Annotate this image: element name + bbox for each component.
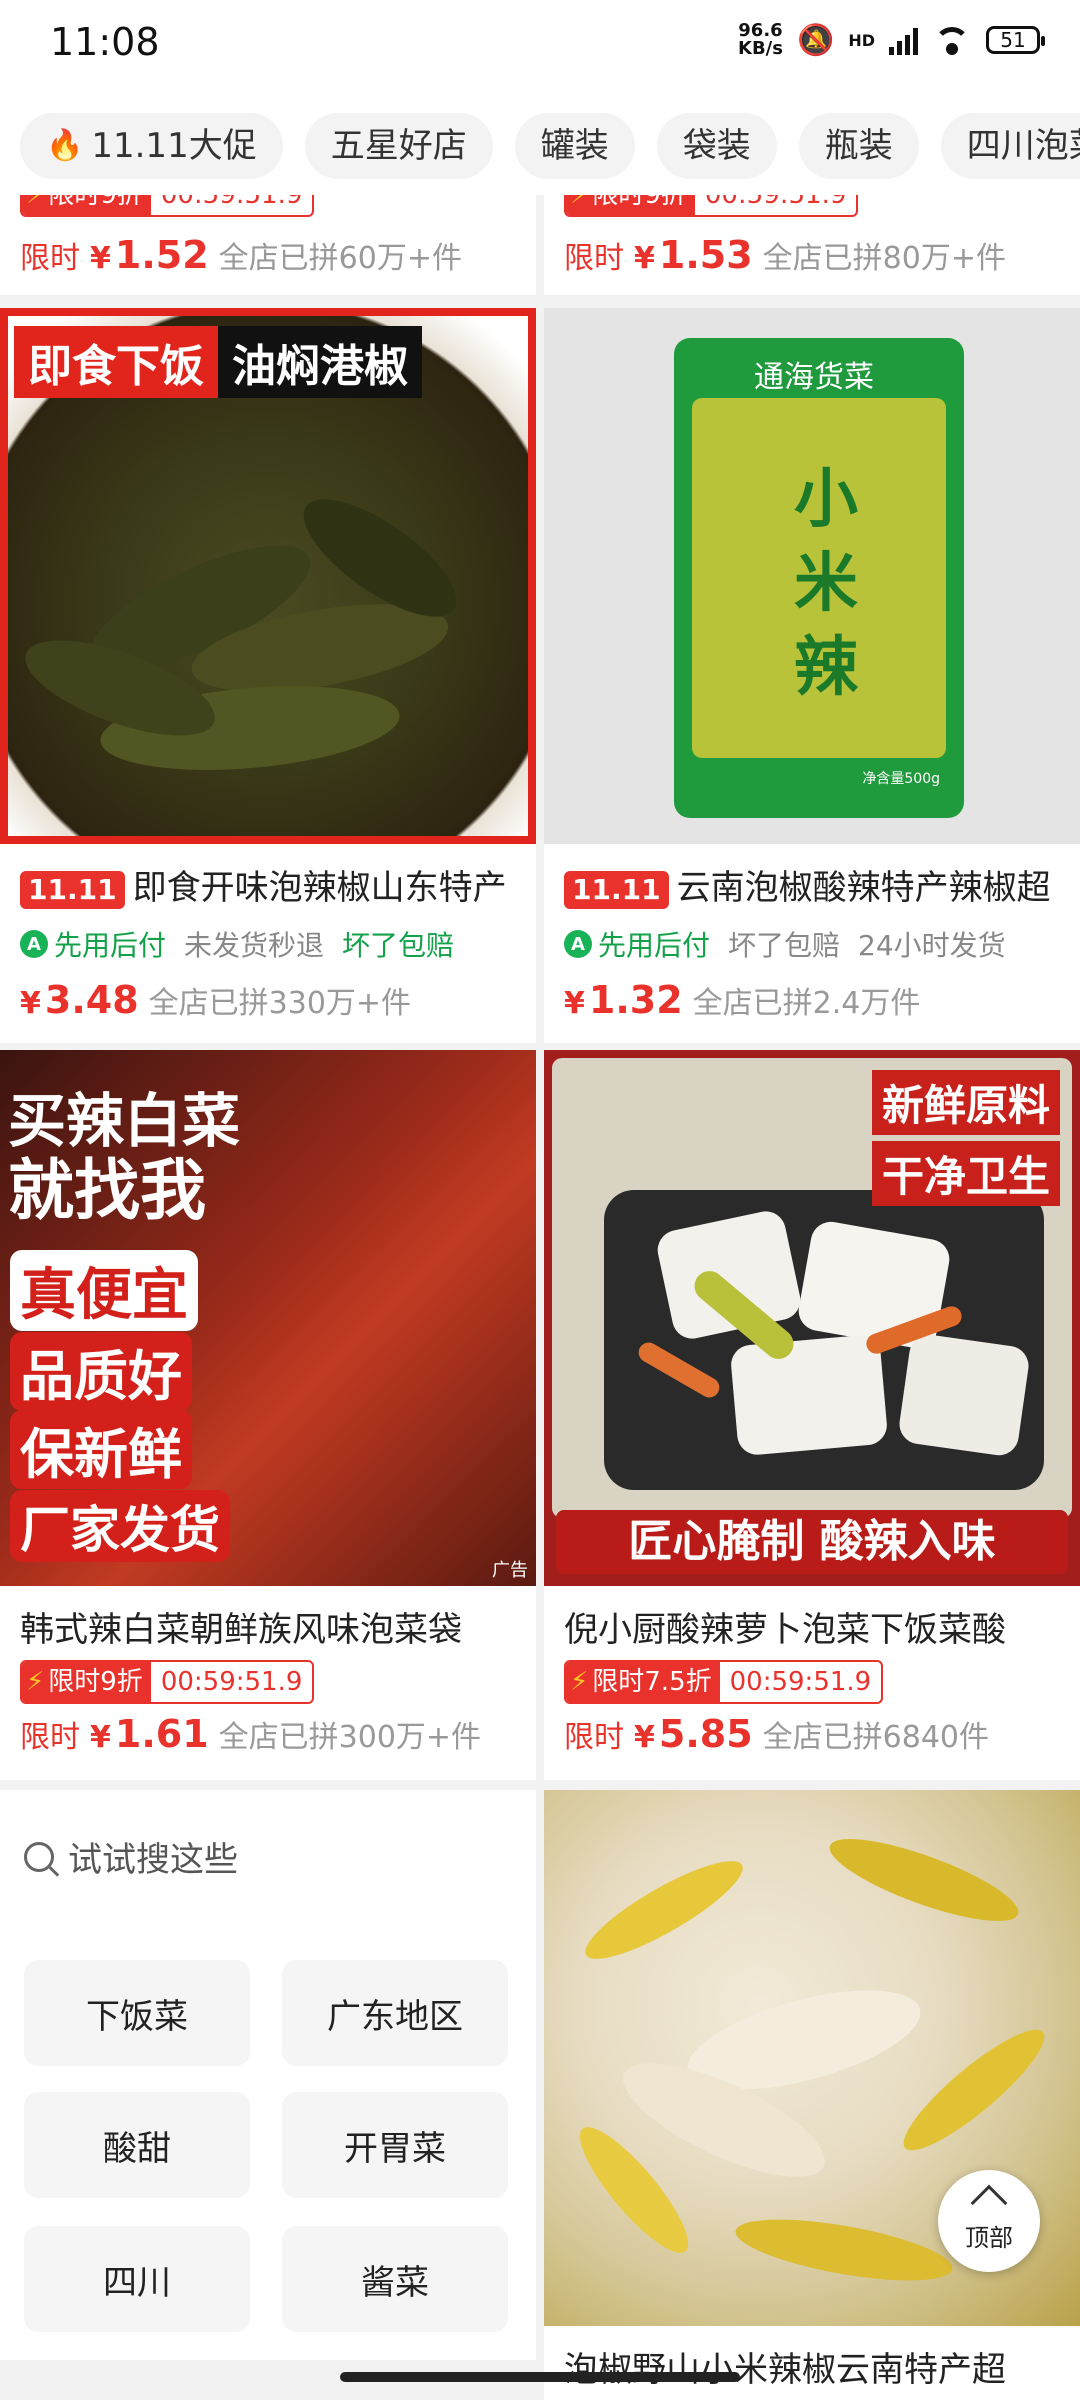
suggestion-keyword[interactable]: 酱菜 xyxy=(282,2226,508,2332)
status-icons: 96.6 KB/s 🔕 HD 51 xyxy=(738,20,1045,59)
battery-icon: 51 xyxy=(986,26,1045,54)
filter-chip-bar: 🔥 11.11大促 五星好店 罐装 袋装 瓶装 四川泡菜 家用 xyxy=(0,95,1080,195)
product-image: 通海货菜 小米辣 净含量500g xyxy=(544,308,1080,844)
product-title: 韩式辣白菜朝鲜族风味泡菜袋 xyxy=(20,1610,462,1650)
pay-later-icon: A xyxy=(564,930,592,958)
chip-bagged[interactable]: 袋装 xyxy=(656,113,777,179)
product-image: 买辣白菜 就找我 真便宜 品质好 保新鲜 厂家发货 广告 xyxy=(0,1050,536,1586)
price-row: 限时 ¥ 1.61 全店已拼300万+件 xyxy=(20,1712,482,1756)
price-row: 限时 ¥ 5.85 全店已拼6840件 xyxy=(564,1712,989,1756)
image-banner-text: 油焖港椒 xyxy=(218,326,422,398)
chip-five-star-shop[interactable]: 五星好店 xyxy=(304,113,493,179)
search-icon xyxy=(24,1841,54,1872)
network-speed: 96.6 KB/s xyxy=(738,20,783,59)
flash-sale-tag: ⚡ 限时9折 00:59:51.9 xyxy=(20,1660,315,1704)
package-illustration: 通海货菜 小米辣 净含量500g xyxy=(674,338,964,818)
product-card[interactable]: 即食下饭 油焖港椒 11.11 即食开味泡辣椒山东特产 A 先用后付 未发货秒退 坏… xyxy=(0,308,536,1043)
mute-bell-icon: 🔕 xyxy=(796,22,835,58)
suggestions-heading: 试试搜这些 xyxy=(24,1832,238,1881)
home-indicator[interactable] xyxy=(340,2372,740,2382)
price-row: ¥ 1.32 全店已拼2.4万件 xyxy=(564,978,921,1022)
suggestion-keyword[interactable]: 广东地区 xyxy=(282,1960,508,2066)
clock: 11:08 xyxy=(50,20,160,64)
signal-icon xyxy=(889,25,918,55)
1111-badge: 11.11 xyxy=(564,870,669,909)
product-card[interactable]: 买辣白菜 就找我 真便宜 品质好 保新鲜 厂家发货 广告 韩式辣白菜朝鲜族风味泡… xyxy=(0,1050,536,1780)
search-suggestions-card: 试试搜这些 下饭菜 广东地区 酸甜 开胃菜 四川 酱菜 xyxy=(0,1790,536,2360)
product-card[interactable]: 泡椒野山小米辣椒云南特产超 xyxy=(544,1790,1080,2400)
chip-canned[interactable]: 罐装 xyxy=(514,113,635,179)
price-row: 限时 ¥ 1.53 全店已拼80万+件 xyxy=(564,233,1006,277)
image-banner-text: 即食下饭 xyxy=(14,326,218,398)
product-card[interactable]: 新鲜原料 干净卫生 匠心腌制 酸辣入味 倪小厨酸辣萝卜泡菜下饭菜酸 ⚡ 限时7.5… xyxy=(544,1050,1080,1780)
status-bar: 11:08 96.6 KB/s 🔕 HD 51 xyxy=(0,0,1080,95)
bowl-illustration xyxy=(604,1190,1044,1490)
suggestion-keyword[interactable]: 酸甜 xyxy=(24,2092,250,2198)
back-to-top-button[interactable]: 顶部 xyxy=(938,2170,1040,2272)
product-title: 倪小厨酸辣萝卜泡菜下饭菜酸 xyxy=(564,1610,1006,1650)
wifi-icon xyxy=(932,25,972,55)
pay-later-icon: A xyxy=(20,930,48,958)
hd-icon: HD xyxy=(848,30,875,50)
product-title: 11.11 即食开味泡辣椒山东特产 xyxy=(20,860,520,909)
lightning-icon: ⚡ xyxy=(26,195,45,210)
price-row: ¥ 3.48 全店已拼330万+件 xyxy=(20,978,412,1022)
lightning-icon: ⚡ xyxy=(570,195,589,210)
lightning-icon: ⚡ xyxy=(26,1667,45,1697)
flash-sale-tag: ⚡ 限时7.5折 00:59:51.9 xyxy=(564,1660,884,1704)
product-title: 泡椒野山小米辣椒云南特产超 xyxy=(564,2350,1006,2390)
flash-sale-tag: ⚡ 限时9折 00:59:51.9 xyxy=(20,195,315,217)
product-card[interactable]: 通海货菜 小米辣 净含量500g 11.11 云南泡椒酸辣特产辣椒超 A 先用后付 … xyxy=(544,308,1080,1043)
chip-bottled[interactable]: 瓶装 xyxy=(798,113,919,179)
1111-badge: 11.11 xyxy=(20,870,125,909)
service-tags: A 先用后付 未发货秒退 坏了包赔 xyxy=(20,924,454,964)
suggestion-keyword[interactable]: 四川 xyxy=(24,2226,250,2332)
chip-1111-promo[interactable]: 🔥 11.11大促 xyxy=(20,113,283,179)
flash-sale-tag: ⚡ 限时9折 00:59:51.9 xyxy=(564,195,859,217)
chevron-up-icon xyxy=(970,2184,1008,2222)
fire-icon: 🔥 xyxy=(46,128,84,163)
product-title: 11.11 云南泡椒酸辣特产辣椒超 xyxy=(564,860,1064,909)
price-row: 限时 ¥ 1.52 全店已拼60万+件 xyxy=(20,233,462,277)
product-card-partial-left[interactable]: ⚡ 限时9折 00:59:51.9 限时 ¥ 1.52 全店已拼60万+件 xyxy=(0,195,536,295)
product-card-partial-right[interactable]: ⚡ 限时9折 00:59:51.9 限时 ¥ 1.53 全店已拼80万+件 xyxy=(544,195,1080,295)
suggestion-keyword[interactable]: 开胃菜 xyxy=(282,2092,508,2198)
chip-sichuan-pickles[interactable]: 四川泡菜 xyxy=(940,113,1080,179)
product-image: 即食下饭 油焖港椒 xyxy=(0,308,536,844)
product-image: 新鲜原料 干净卫生 匠心腌制 酸辣入味 xyxy=(544,1050,1080,1586)
suggestion-keyword[interactable]: 下饭菜 xyxy=(24,1960,250,2066)
lightning-icon: ⚡ xyxy=(570,1667,589,1697)
ad-label: 广告 xyxy=(492,1560,528,1581)
service-tags: A 先用后付 坏了包赔 24小时发货 xyxy=(564,924,1006,964)
